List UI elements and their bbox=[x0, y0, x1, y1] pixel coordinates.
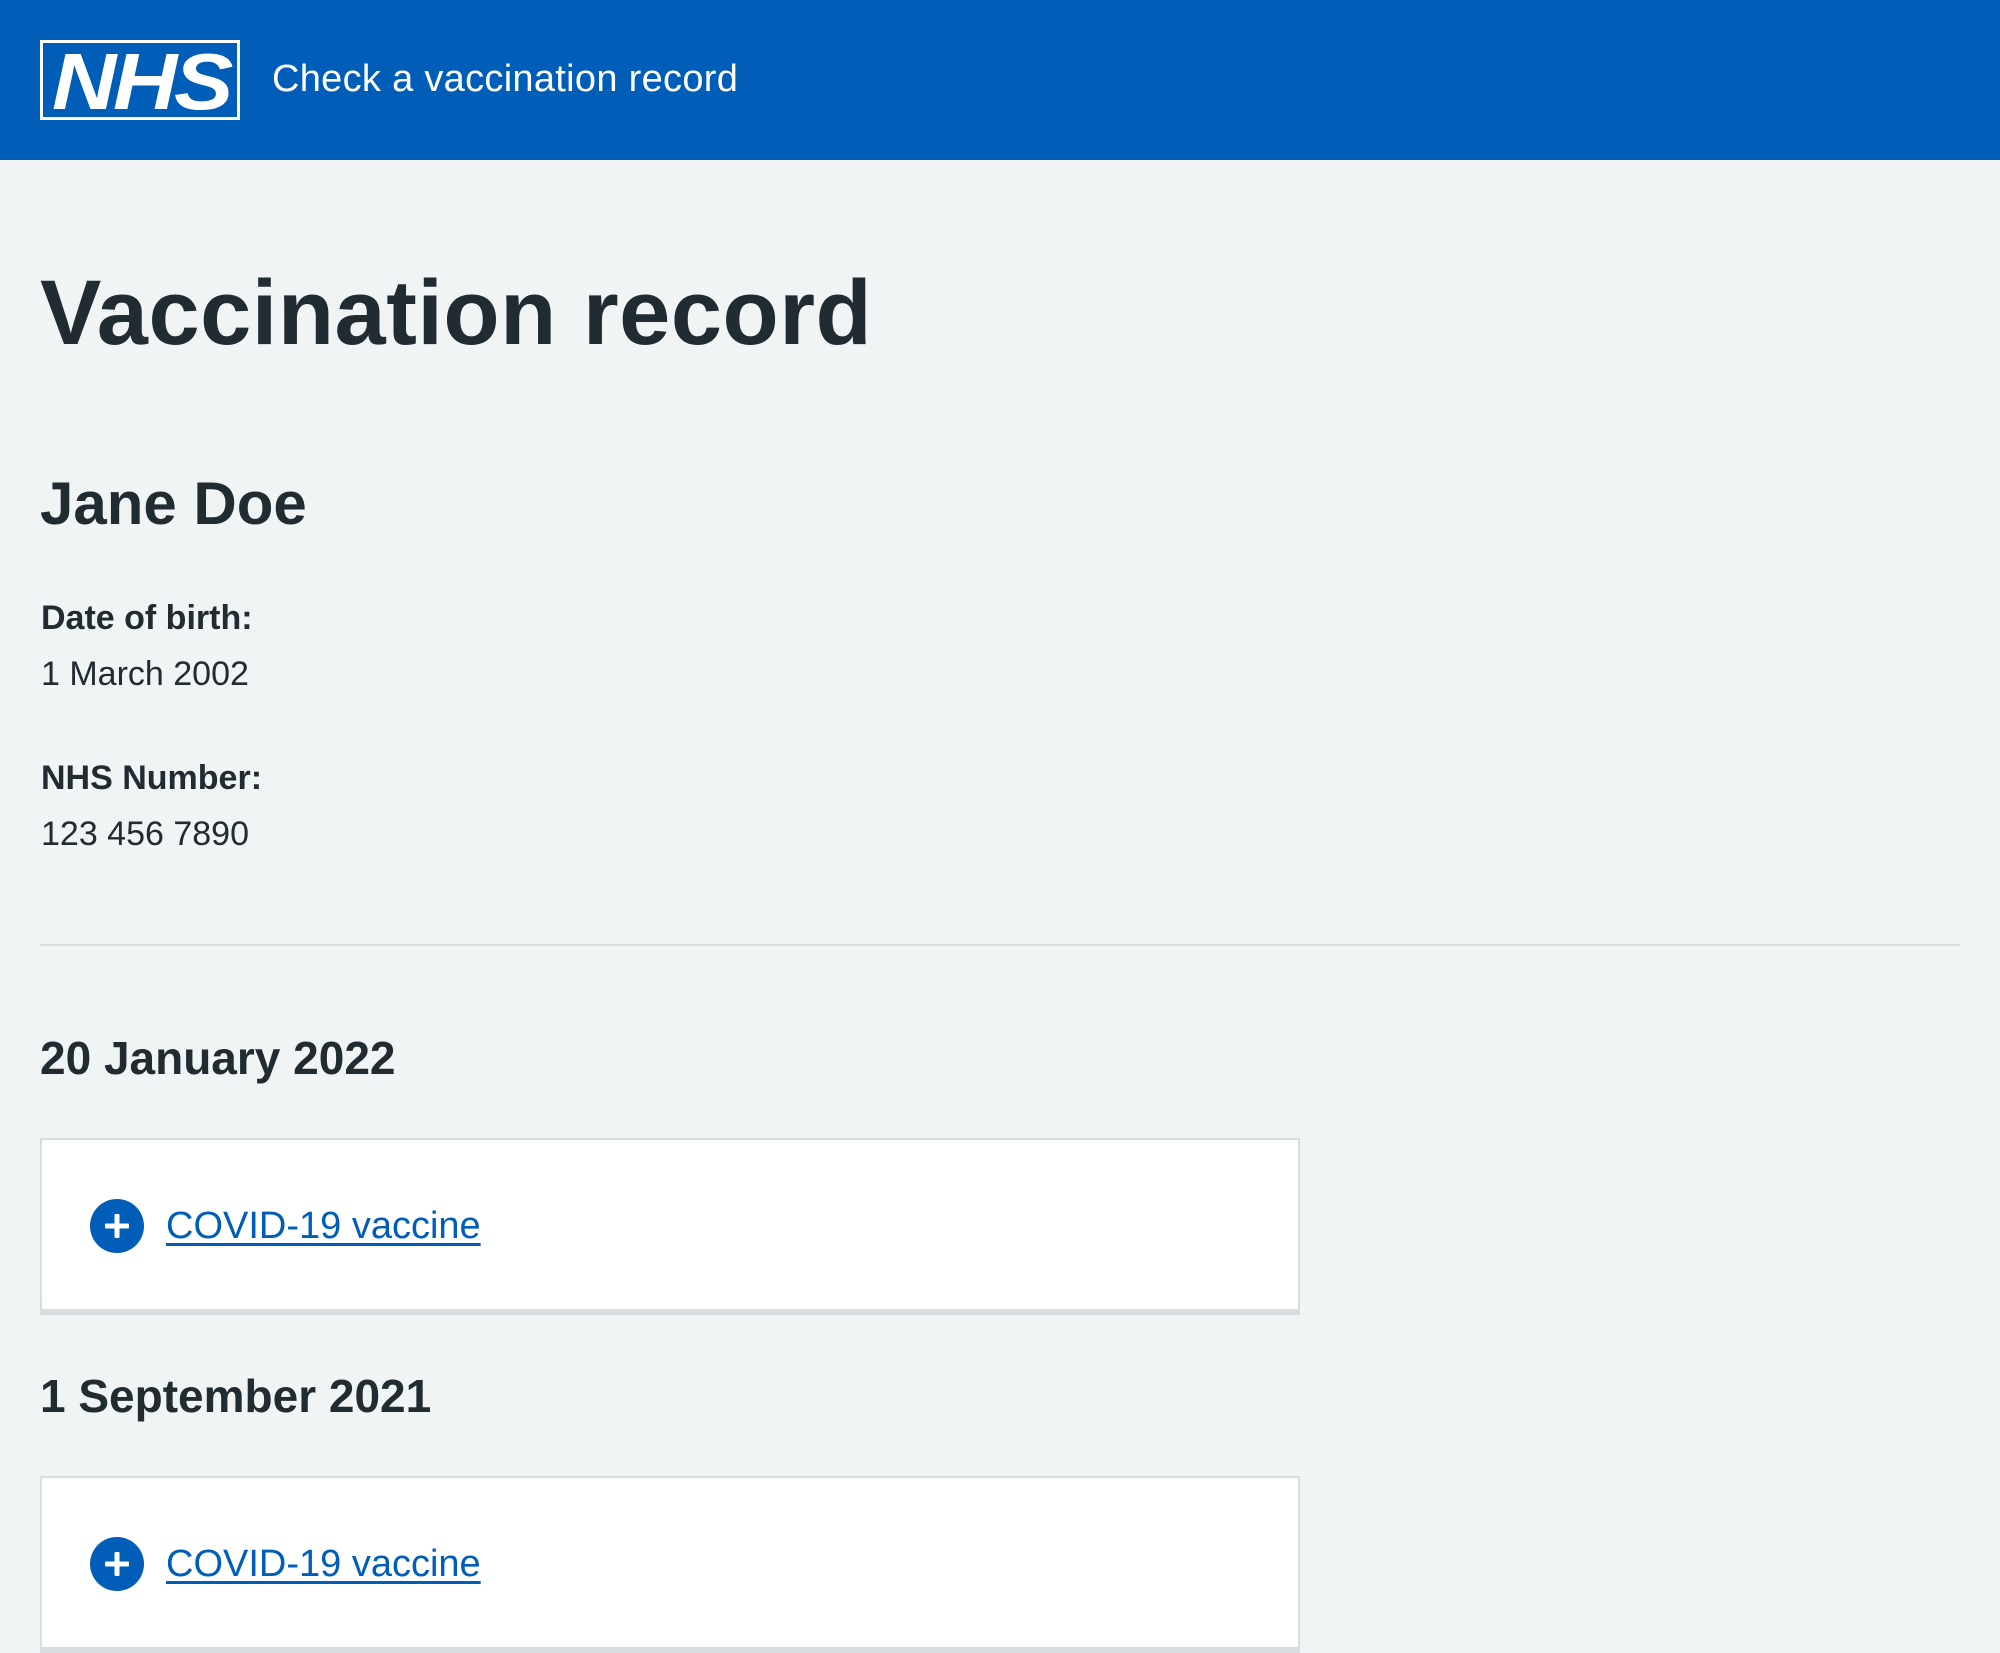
date-of-birth-value: 1 March 2002 bbox=[41, 655, 249, 693]
vaccine-card: COVID-19 vaccine bbox=[40, 1138, 1300, 1315]
vaccine-link[interactable]: COVID-19 vaccine bbox=[166, 1541, 481, 1587]
record-date-heading: 1 September 2021 bbox=[40, 1370, 432, 1422]
vaccine-link[interactable]: COVID-19 vaccine bbox=[166, 1203, 481, 1249]
site-header: NHS Check a vaccination record bbox=[0, 0, 2000, 160]
nhs-logo-icon: NHS bbox=[40, 40, 240, 120]
vaccine-details-toggle[interactable]: COVID-19 vaccine bbox=[90, 1536, 481, 1592]
vaccine-card: COVID-19 vaccine bbox=[40, 1476, 1300, 1653]
nhs-number-label: NHS Number: bbox=[41, 759, 263, 797]
vaccine-details-toggle[interactable]: COVID-19 vaccine bbox=[90, 1198, 481, 1254]
nhs-logo[interactable]: NHS bbox=[40, 40, 240, 120]
nhs-logo-text: NHS bbox=[52, 40, 233, 120]
page-title: Vaccination record bbox=[40, 262, 873, 364]
plus-circle-icon[interactable] bbox=[90, 1537, 144, 1591]
nhs-number-value: 123 456 7890 bbox=[41, 815, 249, 853]
person-name: Jane Doe bbox=[40, 470, 307, 537]
plus-circle-icon[interactable] bbox=[90, 1199, 144, 1253]
service-name[interactable]: Check a vaccination record bbox=[272, 56, 738, 102]
date-of-birth-label: Date of birth: bbox=[41, 599, 253, 637]
section-divider bbox=[40, 944, 1960, 946]
record-date-heading: 20 January 2022 bbox=[40, 1032, 396, 1084]
